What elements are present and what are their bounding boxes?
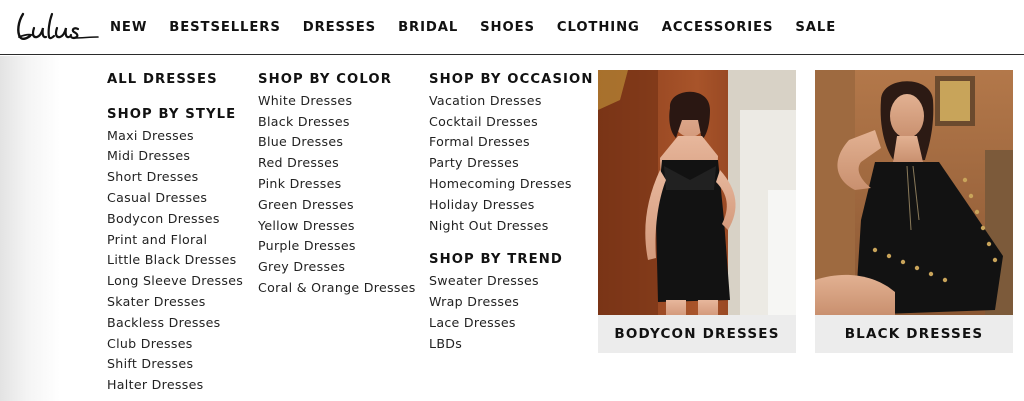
menu-link[interactable]: Purple Dresses — [258, 238, 416, 259]
promo-label-bodycon[interactable]: BODYCON DRESSES — [598, 315, 796, 353]
menu-link[interactable]: Vacation Dresses — [429, 93, 594, 114]
menu-link[interactable]: Homecoming Dresses — [429, 176, 594, 197]
menu-link[interactable]: Short Dresses — [107, 169, 243, 190]
menu-link[interactable]: Night Out Dresses — [429, 218, 594, 239]
menu-link[interactable]: Maxi Dresses — [107, 128, 243, 149]
heading-shop-by-occasion[interactable]: SHOP BY OCCASION — [429, 72, 594, 93]
menu-link[interactable]: Pink Dresses — [258, 176, 416, 197]
menu-link[interactable]: Skater Dresses — [107, 294, 243, 315]
menu-link[interactable]: Coral & Orange Dresses — [258, 280, 416, 301]
menu-link[interactable]: LBDs — [429, 336, 594, 357]
heading-shop-by-color[interactable]: SHOP BY COLOR — [258, 72, 416, 93]
lulus-logo-icon — [17, 12, 99, 40]
heading-shop-by-trend[interactable]: SHOP BY TREND — [429, 252, 594, 273]
menu-link[interactable]: Halter Dresses — [107, 377, 243, 398]
menu-link[interactable]: Shift Dresses — [107, 356, 243, 377]
nav-clothing[interactable]: CLOTHING — [557, 20, 640, 35]
menu-link[interactable]: Holiday Dresses — [429, 197, 594, 218]
menu-link[interactable]: Red Dresses — [258, 155, 416, 176]
promo-label-black[interactable]: BLACK DRESSES — [815, 315, 1013, 353]
brand-logo[interactable] — [14, 8, 100, 46]
menu-link[interactable]: Black Dresses — [258, 114, 416, 135]
nav-new[interactable]: NEW — [110, 20, 147, 35]
nav-accessories[interactable]: ACCESSORIES — [662, 20, 774, 35]
menu-link[interactable]: Party Dresses — [429, 155, 594, 176]
menu-link[interactable]: Casual Dresses — [107, 190, 243, 211]
menu-link[interactable]: Club Dresses — [107, 336, 243, 357]
menu-column-occasion: SHOP BY OCCASION Vacation Dresses Cockta… — [429, 72, 594, 356]
promo-card-bodycon[interactable]: BODYCON DRESSES — [598, 70, 796, 353]
all-dresses-link[interactable]: ALL DRESSES — [107, 72, 243, 93]
main-nav: NEW BESTSELLERS DRESSES BRIDAL SHOES CLO… — [110, 20, 858, 35]
nav-bestsellers[interactable]: BESTSELLERS — [169, 20, 280, 35]
promo-photo-bodycon — [598, 70, 796, 315]
nav-bridal[interactable]: BRIDAL — [398, 20, 458, 35]
menu-link[interactable]: Wrap Dresses — [429, 294, 594, 315]
menu-link[interactable]: Lace Dresses — [429, 315, 594, 336]
promo-card-black[interactable]: BLACK DRESSES — [815, 70, 1013, 353]
nav-shoes[interactable]: SHOES — [480, 20, 535, 35]
menu-link[interactable]: Cocktail Dresses — [429, 114, 594, 135]
menu-link[interactable]: Print and Floral — [107, 232, 243, 253]
heading-shop-by-style[interactable]: SHOP BY STYLE — [107, 107, 243, 128]
menu-link[interactable]: Grey Dresses — [258, 259, 416, 280]
menu-link[interactable]: Blue Dresses — [258, 134, 416, 155]
nav-sale[interactable]: SALE — [795, 20, 836, 35]
menu-link[interactable]: Formal Dresses — [429, 134, 594, 155]
menu-link[interactable]: Yellow Dresses — [258, 218, 416, 239]
menu-link[interactable]: White Dresses — [258, 93, 416, 114]
menu-link[interactable]: Green Dresses — [258, 197, 416, 218]
menu-link[interactable]: Bodycon Dresses — [107, 211, 243, 232]
menu-link[interactable]: Little Black Dresses — [107, 252, 243, 273]
menu-column-color: SHOP BY COLOR White Dresses Black Dresse… — [258, 72, 416, 301]
nav-dresses[interactable]: DRESSES — [303, 20, 376, 35]
promo-photo-black — [815, 70, 1013, 315]
menu-column-style: ALL DRESSES SHOP BY STYLE Maxi Dresses M… — [107, 72, 243, 398]
page-shadow — [0, 56, 60, 401]
menu-link[interactable]: Backless Dresses — [107, 315, 243, 336]
site-header: NEW BESTSELLERS DRESSES BRIDAL SHOES CLO… — [0, 0, 1024, 55]
menu-link[interactable]: Long Sleeve Dresses — [107, 273, 243, 294]
menu-link[interactable]: Sweater Dresses — [429, 273, 594, 294]
menu-link[interactable]: Midi Dresses — [107, 148, 243, 169]
